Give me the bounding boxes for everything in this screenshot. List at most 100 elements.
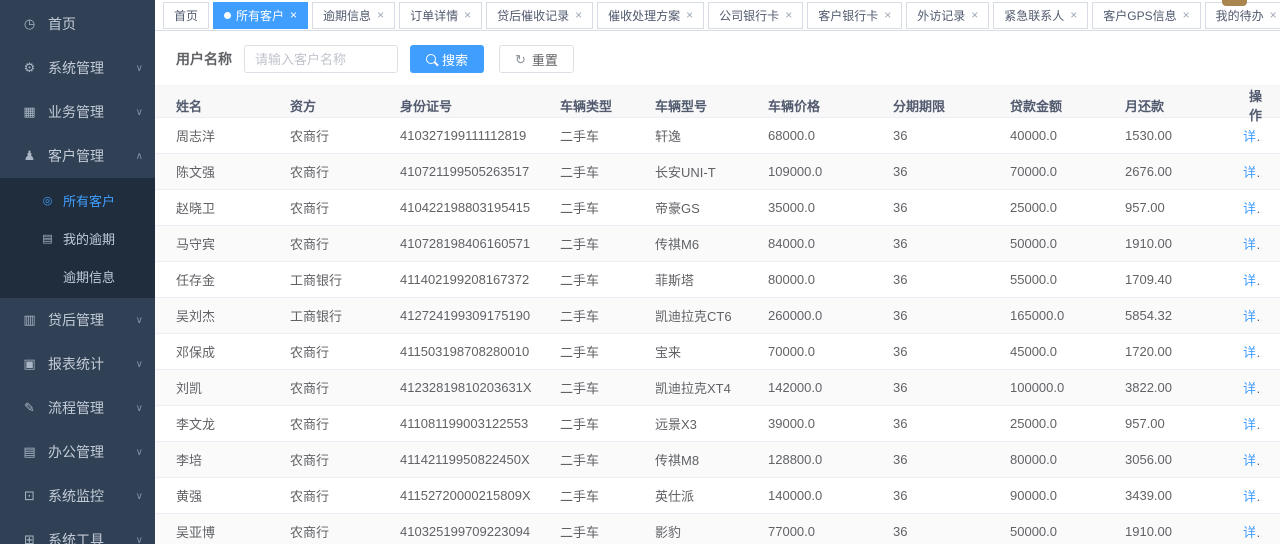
sidebar-subitem-all-customers[interactable]: ◎所有客户 bbox=[0, 181, 155, 219]
tab-首页[interactable]: 首页 bbox=[163, 2, 209, 29]
cell-loan: 25000.0 bbox=[1010, 416, 1125, 431]
cell-funder: 农商行 bbox=[290, 414, 400, 433]
detail-link[interactable]: 详情 bbox=[1243, 525, 1262, 540]
report-icon: ▣ bbox=[21, 356, 38, 372]
cell-name: 刘凯 bbox=[176, 378, 290, 397]
sidebar-item-report[interactable]: ▣报表统计∨ bbox=[0, 342, 155, 386]
table-row: 刘凯农商行41232819810203631X二手车凯迪拉克XT4142000.… bbox=[155, 370, 1280, 406]
sidebar-item-workflow[interactable]: ✎流程管理∨ bbox=[0, 386, 155, 430]
cell-loan: 90000.0 bbox=[1010, 488, 1125, 503]
users-circle-icon: ◎ bbox=[40, 194, 55, 207]
cell-model: 菲斯塔 bbox=[655, 270, 768, 289]
detail-link[interactable]: 详情 bbox=[1243, 273, 1262, 288]
cell-action: 详情 bbox=[1243, 306, 1262, 325]
cell-action: 详情 bbox=[1243, 450, 1262, 469]
cell-action: 详情 bbox=[1243, 126, 1262, 145]
cell-model: 凯迪拉克CT6 bbox=[655, 306, 768, 325]
tab-所有客户[interactable]: 所有客户× bbox=[213, 2, 308, 29]
cell-loan: 25000.0 bbox=[1010, 200, 1125, 215]
cell-term: 36 bbox=[893, 200, 1010, 215]
cell-model: 传祺M8 bbox=[655, 450, 768, 469]
sidebar-subitem-overdue-info[interactable]: 逾期信息 bbox=[0, 257, 155, 295]
cell-action: 详情 bbox=[1243, 270, 1262, 289]
cell-name: 邓保成 bbox=[176, 342, 290, 361]
cell-name: 陈文强 bbox=[176, 162, 290, 181]
table-row: 任存金工商银行411402199208167372二手车菲斯塔80000.036… bbox=[155, 262, 1280, 298]
cell-vehicle-type: 二手车 bbox=[560, 126, 655, 145]
cell-model: 长安UNI-T bbox=[655, 162, 768, 181]
cell-vehicle-type: 二手车 bbox=[560, 342, 655, 361]
close-icon: × bbox=[290, 9, 297, 21]
sidebar-item-business[interactable]: ▦业务管理∨ bbox=[0, 90, 155, 134]
cell-price: 77000.0 bbox=[768, 524, 893, 539]
detail-link[interactable]: 详情 bbox=[1243, 381, 1262, 396]
cell-price: 128800.0 bbox=[768, 452, 893, 467]
columns-icon: ▥ bbox=[21, 312, 38, 328]
tab-label: 外访记录 bbox=[917, 7, 965, 24]
tab-催收处理方案[interactable]: 催收处理方案× bbox=[597, 2, 704, 29]
detail-link[interactable]: 详情 bbox=[1243, 345, 1262, 360]
detail-link[interactable]: 详情 bbox=[1243, 489, 1262, 504]
cell-loan: 70000.0 bbox=[1010, 164, 1125, 179]
cell-name: 任存金 bbox=[176, 270, 290, 289]
tab-客户GPS信息[interactable]: 客户GPS信息× bbox=[1092, 2, 1200, 29]
tab-紧急联系人[interactable]: 紧急联系人× bbox=[993, 2, 1088, 29]
reset-button[interactable]: ↻ 重置 bbox=[499, 45, 574, 73]
home-icon: ◷ bbox=[21, 16, 38, 32]
cell-term: 36 bbox=[893, 416, 1010, 431]
cell-id-number: 411503198708280010 bbox=[400, 344, 560, 359]
chevron-down-icon: ∨ bbox=[136, 359, 143, 370]
refresh-icon: ↻ bbox=[515, 53, 526, 66]
sidebar-subitem-my-overdue[interactable]: ▤我的逾期 bbox=[0, 219, 155, 257]
cell-name: 周志洋 bbox=[176, 126, 290, 145]
chevron-up-icon: ∧ bbox=[136, 151, 143, 162]
table-row: 马守宾农商行410728198406160571二手车传祺M684000.036… bbox=[155, 226, 1280, 262]
detail-link[interactable]: 详情 bbox=[1243, 201, 1262, 216]
sidebar-item-label: 办公管理 bbox=[48, 442, 104, 462]
cell-action: 详情 bbox=[1243, 234, 1262, 253]
cell-vehicle-type: 二手车 bbox=[560, 198, 655, 217]
cell-vehicle-type: 二手车 bbox=[560, 306, 655, 325]
tab-订单详情[interactable]: 订单详情× bbox=[399, 2, 482, 29]
cell-loan: 40000.0 bbox=[1010, 128, 1125, 143]
cell-id-number: 410327199111112819 bbox=[400, 128, 560, 143]
tab-逾期信息[interactable]: 逾期信息× bbox=[312, 2, 395, 29]
tab-公司银行卡[interactable]: 公司银行卡× bbox=[708, 2, 803, 29]
tab-贷后催收记录[interactable]: 贷后催收记录× bbox=[486, 2, 593, 29]
cell-vehicle-type: 二手车 bbox=[560, 450, 655, 469]
detail-link[interactable]: 详情 bbox=[1243, 129, 1262, 144]
cell-price: 68000.0 bbox=[768, 128, 893, 143]
sidebar-item-monitor[interactable]: ⊡系统监控∨ bbox=[0, 474, 155, 518]
sidebar-item-label: 业务管理 bbox=[48, 102, 104, 122]
close-icon: × bbox=[1183, 9, 1190, 21]
detail-link[interactable]: 详情 bbox=[1243, 417, 1262, 432]
close-icon: × bbox=[971, 9, 978, 21]
sidebar-item-postloan[interactable]: ▥贷后管理∨ bbox=[0, 298, 155, 342]
sidebar-item-label: 系统管理 bbox=[48, 58, 104, 78]
cell-funder: 农商行 bbox=[290, 162, 400, 181]
search-button[interactable]: 搜索 bbox=[410, 45, 484, 73]
sidebar-item-label: 系统监控 bbox=[48, 486, 104, 506]
tab-客户银行卡[interactable]: 客户银行卡× bbox=[807, 2, 902, 29]
cell-model: 影豹 bbox=[655, 522, 768, 541]
sidebar-item-tools[interactable]: ⊞系统工具∨ bbox=[0, 518, 155, 544]
sidebar-item-home[interactable]: ◷首页 bbox=[0, 2, 155, 46]
sidebar-item-office[interactable]: ▤办公管理∨ bbox=[0, 430, 155, 474]
sidebar-item-customer[interactable]: ♟客户管理∧ bbox=[0, 134, 155, 178]
cell-term: 36 bbox=[893, 236, 1010, 251]
tab-label: 逾期信息 bbox=[323, 7, 371, 24]
cell-monthly: 1709.40 bbox=[1125, 272, 1243, 287]
detail-link[interactable]: 详情 bbox=[1243, 165, 1262, 180]
cell-model: 凯迪拉克XT4 bbox=[655, 378, 768, 397]
detail-link[interactable]: 详情 bbox=[1243, 309, 1262, 324]
sidebar-item-system[interactable]: ⚙系统管理∨ bbox=[0, 46, 155, 90]
search-input[interactable] bbox=[244, 45, 398, 73]
column-header-term: 分期期限 bbox=[893, 96, 1010, 115]
detail-link[interactable]: 详情 bbox=[1243, 237, 1262, 252]
tab-外访记录[interactable]: 外访记录 × bbox=[906, 2, 989, 29]
column-header-price: 车辆价格 bbox=[768, 96, 893, 115]
cell-name: 黄强 bbox=[176, 486, 290, 505]
monitor-icon: ⊡ bbox=[21, 488, 38, 504]
detail-link[interactable]: 详情 bbox=[1243, 453, 1262, 468]
cell-price: 142000.0 bbox=[768, 380, 893, 395]
